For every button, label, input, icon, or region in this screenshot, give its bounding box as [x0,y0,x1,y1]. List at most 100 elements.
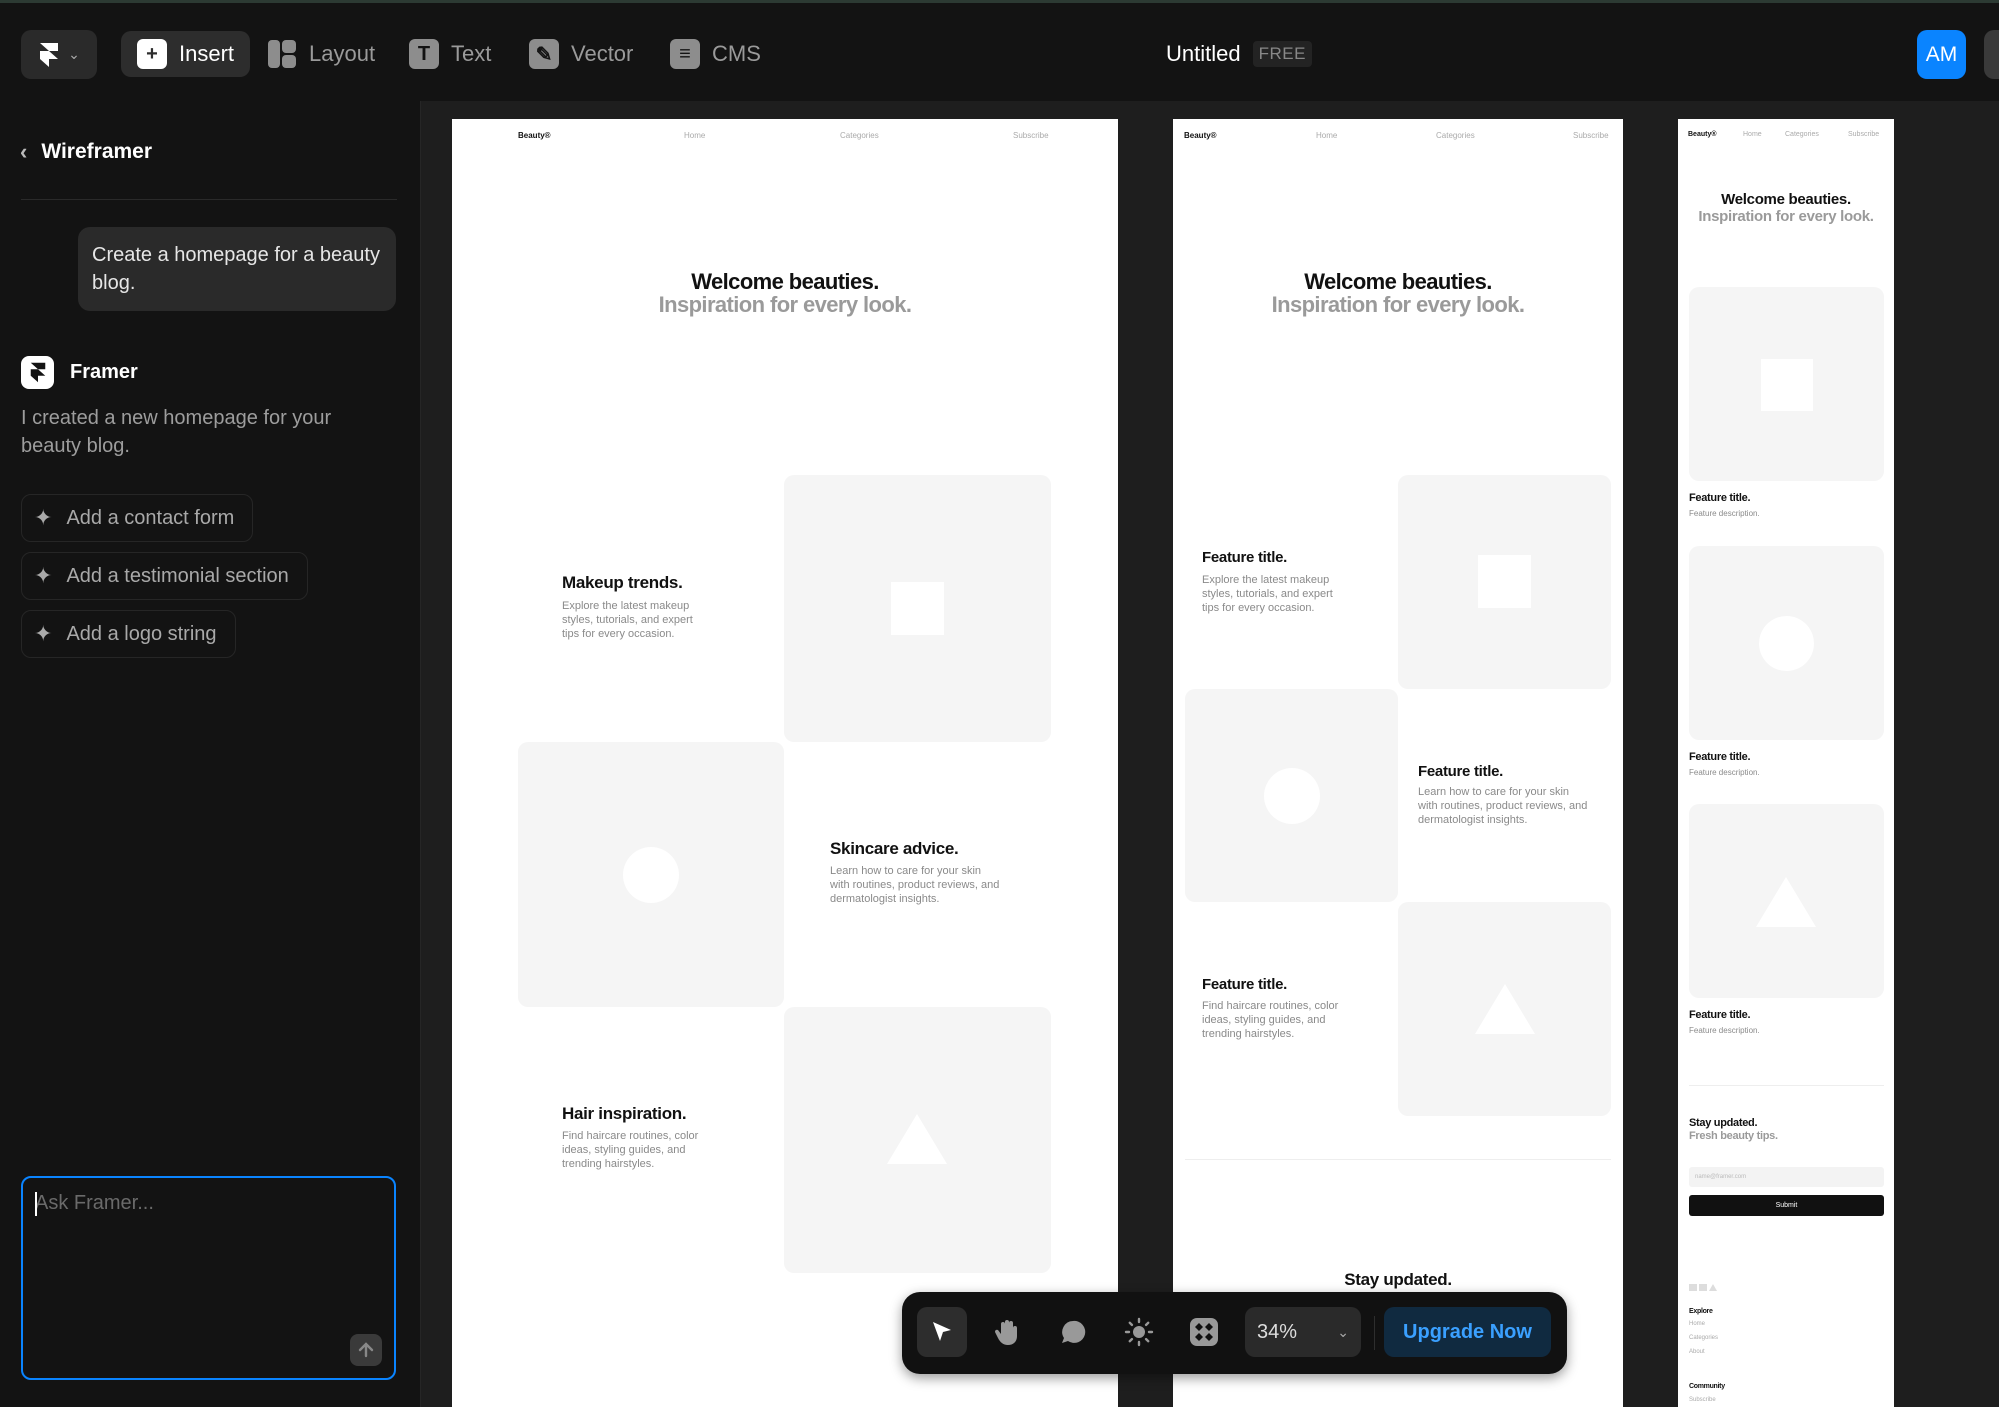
feature-title: Feature title. [1418,763,1503,780]
hand-icon [994,1320,1017,1345]
feature-desc: Feature description. [1689,768,1760,777]
zoom-level: 34% [1257,1320,1298,1343]
comment-icon [1062,1320,1086,1343]
image-placeholder [784,475,1051,742]
feature-title: Feature title. [1202,549,1287,566]
assistant-name: Framer [70,361,138,383]
submit-button[interactable]: Submit [1689,1195,1884,1216]
components-tool[interactable] [1179,1307,1229,1357]
zoom-dropdown[interactable]: 34% ⌄ [1245,1307,1361,1357]
circle-icon [623,847,679,903]
framer-menu-button[interactable]: ⌄ [21,30,97,79]
feature-title: Feature title. [1202,976,1287,993]
triangle-icon [887,1114,947,1164]
canvas-toolbar: 34% ⌄ Upgrade Now [902,1292,1567,1374]
feature-desc: Find haircare routines, color ideas, sty… [1202,1000,1339,1040]
text-label: Text [451,41,492,66]
nav-logo: Beauty® [1184,131,1217,140]
image-placeholder [1689,546,1884,740]
divider [21,199,397,200]
layout-label: Layout [309,41,376,66]
assistant-header: Framer [21,356,138,389]
upgrade-button[interactable]: Upgrade Now [1384,1307,1551,1357]
wireframer-panel: ‹ Wireframer Create a homepage for a bea… [0,101,421,1407]
feature-desc: Find haircare routines, color ideas, sty… [562,1130,699,1170]
assistant-message: I created a new homepage for your beauty… [21,407,332,457]
nav-categories: Categories [840,131,879,140]
email-input[interactable]: name@framer.com [1689,1167,1884,1187]
image-placeholder [1689,804,1884,998]
top-toolbar: ⌄ + Insert Layout T Text ✎ Vector ≡ CMS … [0,0,1999,101]
footer-link-about[interactable]: About [1689,1349,1705,1355]
square-icon [1761,359,1813,411]
comment-tool[interactable] [1048,1307,1098,1357]
nav-logo: Beauty® [518,131,551,140]
share-button[interactable] [1984,30,1999,79]
hand-tool[interactable] [982,1307,1032,1357]
project-title-area[interactable]: Untitled FREE [1166,41,1312,67]
sparkle-icon: ✦ [34,621,53,646]
insert-button[interactable]: + Insert [121,31,251,77]
feature-desc: Feature description. [1689,509,1760,518]
sparkle-icon: ✦ [34,505,53,530]
nav-subscribe: Subscribe [1848,131,1880,138]
footer-link-home[interactable]: Home [1689,1321,1705,1327]
select-tool[interactable] [917,1307,967,1357]
feature-title: Skincare advice. [830,839,959,858]
prompt-input[interactable]: Ask Framer... [21,1176,396,1380]
feature-title: Hair inspiration. [562,1104,687,1123]
arrow-up-icon [358,1342,374,1358]
image-placeholder [1185,689,1398,902]
circle-icon [1264,768,1320,824]
chevron-left-icon[interactable]: ‹ [20,139,27,165]
tablet-frame[interactable]: Beauty® Home Categories Subscribe Welcom… [1173,119,1623,1407]
user-message: Create a homepage for a beauty blog. [78,227,396,311]
framer-logo-icon [21,356,54,389]
suggestion-testimonial[interactable]: ✦ Add a testimonial section [21,552,308,600]
mobile-frame[interactable]: Beauty® Home Categories Subscribe Welcom… [1678,119,1894,1407]
triangle-icon [1475,984,1535,1034]
send-button[interactable] [350,1334,382,1366]
divider [1689,1085,1884,1086]
prompt-placeholder: Ask Framer... [35,1192,154,1214]
feature-title: Feature title. [1689,751,1751,763]
square-icon [891,582,944,635]
cms-label: CMS [712,41,761,66]
hero-subtitle: Inspiration for every look. [658,292,912,317]
panel-title: Wireframer [41,140,153,163]
triangle-icon [1756,877,1816,927]
feature-title: Feature title. [1689,492,1751,504]
newsletter-title: Stay updated. [1689,1117,1758,1129]
layout-icon [267,39,297,69]
suggestion-contact-form[interactable]: ✦ Add a contact form [21,494,254,542]
plan-badge: FREE [1252,41,1312,67]
footer-logo [1689,1279,1717,1291]
nav-home: Home [1316,131,1338,140]
text-icon: T [409,39,439,69]
desktop-frame[interactable]: Beauty® Home Categories Subscribe Welcom… [452,119,1118,1407]
image-placeholder [1398,475,1611,689]
footer-link-categories[interactable]: Categories [1689,1335,1718,1341]
suggestion-logo-string[interactable]: ✦ Add a logo string [21,610,236,658]
theme-toggle[interactable] [1114,1307,1164,1357]
vector-label: Vector [571,41,634,66]
footer-link-subscribe[interactable]: Subscribe [1689,1397,1716,1403]
feature-desc: Explore the latest makeup styles, tutori… [1202,574,1333,614]
text-button[interactable]: T Text [409,31,491,77]
feature-desc: Learn how to care for your skin with rou… [1418,786,1588,826]
layout-button[interactable]: Layout [267,31,375,77]
divider [1374,1316,1375,1350]
cursor-icon [933,1322,951,1341]
newsletter-subtitle: Fresh beauty tips. [1689,1130,1778,1142]
vector-button[interactable]: ✎ Vector [529,31,633,77]
cms-button[interactable]: ≡ CMS [670,31,761,77]
panel-header[interactable]: ‹ Wireframer [20,139,152,165]
image-placeholder [1689,287,1884,481]
sparkle-icon: ✦ [34,563,53,588]
avatar[interactable]: AM [1917,30,1966,79]
project-title[interactable]: Untitled [1166,41,1241,67]
feature-desc: Explore the latest makeup styles, tutori… [562,600,693,640]
suggestion-label: Add a contact form [66,506,235,529]
nav-categories: Categories [1436,131,1475,140]
suggestion-label: Add a testimonial section [66,564,289,587]
